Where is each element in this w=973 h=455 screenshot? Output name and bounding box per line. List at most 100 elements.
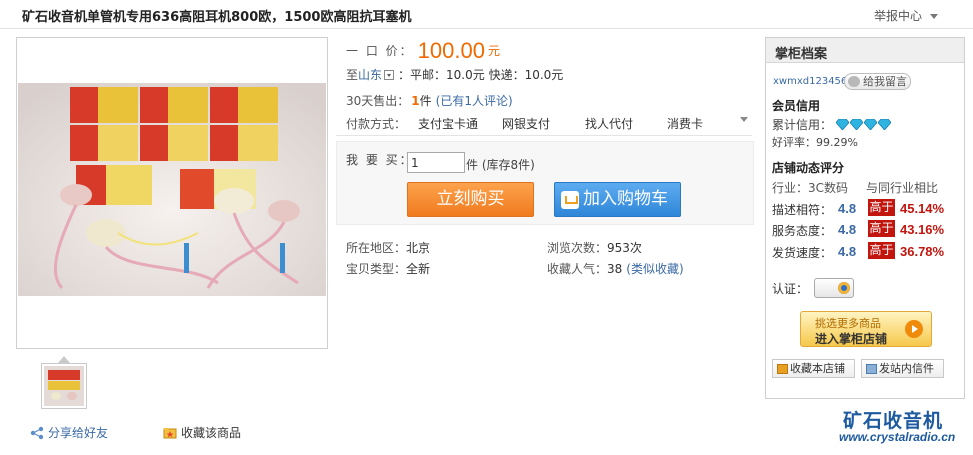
compare-label: 与同行业相比 bbox=[866, 181, 939, 195]
cart-icon bbox=[561, 191, 579, 209]
seller-panel-title: 掌柜档案 bbox=[775, 47, 828, 62]
thumbnail-pointer bbox=[58, 356, 70, 363]
positive-rate-row: 好评率：99.29% bbox=[772, 134, 858, 150]
payment-option-consumer-card[interactable]: 消费卡 bbox=[667, 115, 703, 132]
leave-message-label: 给我留言 bbox=[863, 75, 907, 88]
certification-label: 认证： bbox=[772, 282, 809, 296]
shipping-row: 至山东 ：平邮：10.0元 快递：10.0元 bbox=[346, 66, 563, 83]
sales-unit: 件 bbox=[419, 94, 432, 108]
collect-label: 收藏该商品 bbox=[181, 426, 242, 440]
score-compare-badge: 高于 bbox=[868, 242, 895, 259]
main-product-image[interactable] bbox=[16, 37, 328, 349]
similar-favorites-link[interactable]: (类似收藏) bbox=[626, 262, 683, 276]
folder-star-icon bbox=[163, 428, 177, 439]
buy-now-button[interactable]: 立刻购买 bbox=[407, 182, 534, 217]
favorites-label: 收藏人气： bbox=[547, 262, 608, 276]
share-label: 分享给好友 bbox=[48, 426, 109, 440]
sales-row: 30天售出： 1件 (已有1人评论) bbox=[346, 92, 513, 109]
region-label: 所在地区： bbox=[346, 241, 407, 255]
payment-expand-icon[interactable] bbox=[740, 117, 748, 122]
payment-row: 付款方式： bbox=[346, 115, 406, 132]
favorites-row: 收藏人气：38 (类似收藏) bbox=[547, 260, 684, 277]
product-photo bbox=[18, 83, 326, 296]
header-divider bbox=[0, 28, 973, 29]
shipping-fees: ：平邮：10.0元 快递：10.0元 bbox=[398, 68, 564, 82]
score-value: 4.8 bbox=[838, 244, 857, 259]
shop-rating-heading: 店铺动态评分 bbox=[772, 161, 845, 175]
score-percent: 36.78% bbox=[900, 244, 945, 259]
collect-item-link[interactable]: 收藏该商品 bbox=[163, 424, 241, 441]
payment-divider bbox=[336, 135, 752, 136]
shipping-to-prefix: 至 bbox=[346, 68, 359, 82]
report-center-label: 举报中心 bbox=[873, 9, 922, 23]
price-label: 一 口 价： bbox=[346, 44, 414, 58]
enter-shop-button[interactable]: 挑选更多商品 进入掌柜店铺 bbox=[800, 311, 932, 347]
views-row: 浏览次数：953次 bbox=[547, 239, 642, 256]
stock-text: 件 (库存8件) bbox=[466, 158, 535, 172]
enter-shop-line2: 进入掌柜店铺 bbox=[815, 332, 888, 346]
diamond-icon bbox=[849, 119, 863, 130]
industry-label: 行业：3C数码 bbox=[772, 181, 849, 195]
watermark-url: www.crystalradio.cn bbox=[839, 430, 956, 444]
sales-label: 30天售出： bbox=[346, 94, 410, 108]
positive-rate-value: 99.29% bbox=[816, 136, 858, 149]
score-label: 服务态度： bbox=[772, 224, 833, 238]
price-row: 一 口 价： 100.00 元 bbox=[346, 38, 500, 64]
diamond-icon bbox=[877, 119, 891, 130]
quantity-label: 我 要 买： bbox=[346, 153, 414, 167]
region-value: 北京 bbox=[406, 241, 431, 255]
add-to-cart-button[interactable]: 加入购物车 bbox=[554, 182, 681, 217]
watermark-site-name: 矿石收音机 bbox=[843, 410, 944, 432]
views-value: 953次 bbox=[607, 241, 642, 255]
favorite-shop-button[interactable]: 收藏本店铺 bbox=[772, 359, 855, 378]
arrow-right-icon bbox=[905, 320, 923, 338]
diamond-icon bbox=[835, 119, 849, 130]
report-center-dropdown[interactable]: 举报中心 bbox=[874, 7, 938, 24]
score-value: 4.8 bbox=[838, 201, 857, 216]
item-type-value: 全新 bbox=[406, 262, 431, 276]
enter-shop-line1: 挑选更多商品 bbox=[815, 317, 881, 330]
chat-icon bbox=[848, 76, 860, 87]
credit-row: 累计信用： bbox=[772, 116, 892, 133]
share-link[interactable]: 分享给好友 bbox=[30, 424, 108, 441]
views-label: 浏览次数： bbox=[547, 241, 608, 255]
credit-label: 累计信用： bbox=[772, 118, 833, 132]
region-row: 所在地区：北京 bbox=[346, 239, 430, 256]
score-percent: 45.14% bbox=[900, 201, 945, 216]
score-row-service: 服务态度： 4.8 高于 43.16% bbox=[772, 220, 944, 239]
send-message-button[interactable]: 发站内信件 bbox=[861, 359, 944, 378]
price-unit: 元 bbox=[487, 44, 500, 58]
add-to-cart-label: 加入购物车 bbox=[583, 189, 668, 209]
favorites-count: 38 bbox=[607, 262, 623, 276]
score-row-shipping: 发货速度： 4.8 高于 36.78% bbox=[772, 242, 944, 261]
payment-label: 付款方式： bbox=[346, 117, 407, 131]
score-row-description: 描述相符： 4.8 高于 45.14% bbox=[772, 199, 944, 218]
dropdown-arrow-icon[interactable] bbox=[384, 70, 395, 80]
price-value: 100.00 bbox=[417, 38, 485, 63]
item-type-row: 宝贝类型：全新 bbox=[346, 260, 430, 277]
payment-option-alipay-card[interactable]: 支付宝卡通 bbox=[418, 115, 478, 132]
member-credit-heading: 会员信用 bbox=[772, 99, 821, 113]
positive-rate-label: 好评率： bbox=[772, 136, 816, 149]
shipping-destination-select[interactable]: 山东 bbox=[358, 68, 382, 82]
quantity-input[interactable] bbox=[407, 152, 465, 173]
reviews-link[interactable]: (已有1人评论) bbox=[436, 94, 513, 108]
score-label: 发货速度： bbox=[772, 246, 833, 260]
item-type-label: 宝贝类型： bbox=[346, 262, 407, 276]
score-percent: 43.16% bbox=[900, 222, 945, 237]
score-value: 4.8 bbox=[838, 222, 857, 237]
score-compare-badge: 高于 bbox=[868, 220, 895, 237]
diamond-icon bbox=[863, 119, 877, 130]
certification-badge-icon[interactable] bbox=[814, 278, 854, 298]
leave-message-button[interactable]: 给我留言 bbox=[844, 73, 911, 90]
product-title: 矿石收音机单管机专用636高阻耳机800欧，1500欧高阻抗耳塞机 bbox=[22, 10, 412, 25]
payment-option-online-bank[interactable]: 网银支付 bbox=[502, 115, 550, 132]
score-compare-badge: 高于 bbox=[868, 199, 895, 216]
chevron-down-icon bbox=[930, 14, 938, 19]
share-icon bbox=[30, 426, 44, 440]
payment-option-proxy-pay[interactable]: 找人代付 bbox=[585, 115, 633, 132]
score-label: 描述相符： bbox=[772, 203, 833, 217]
thumbnail-image[interactable] bbox=[41, 363, 87, 409]
sales-count: 1 bbox=[411, 94, 420, 108]
seller-username-link[interactable]: xwmxd123456 bbox=[773, 76, 847, 87]
